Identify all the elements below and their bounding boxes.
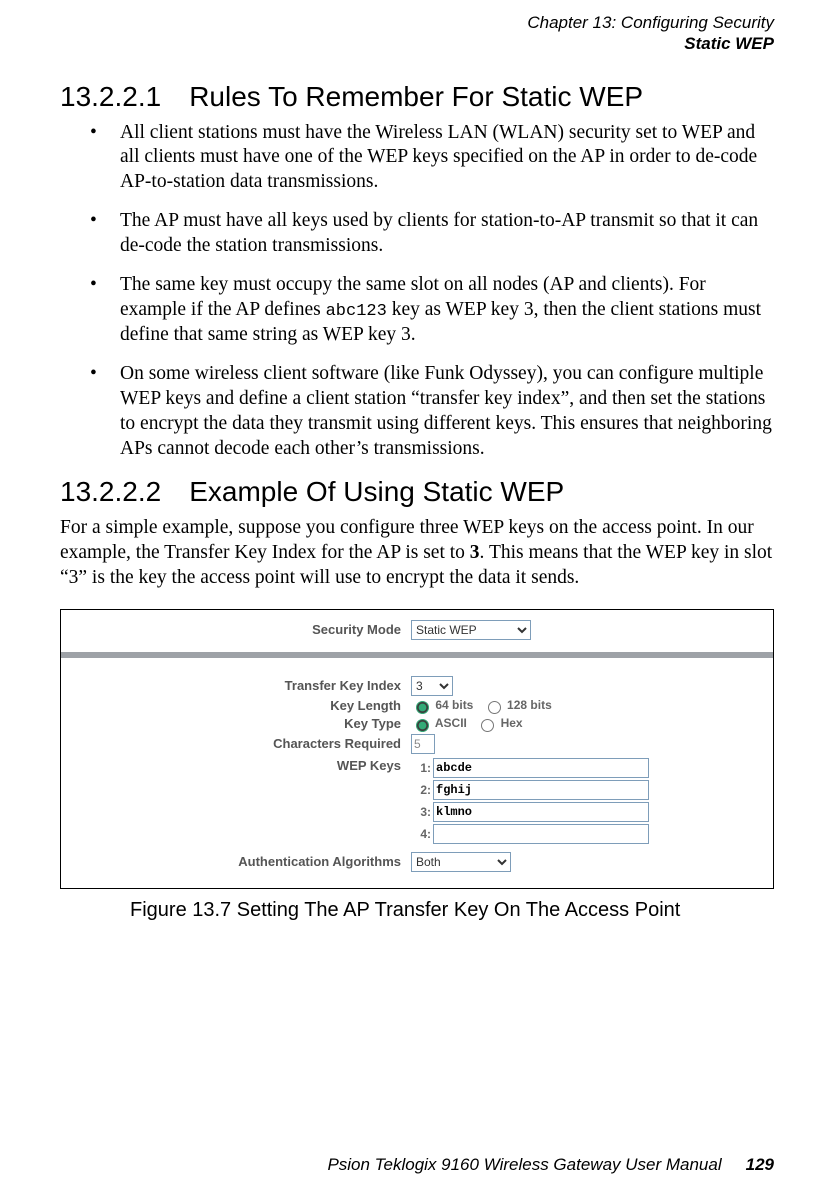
page-footer: Psion Teklogix 9160 Wireless Gateway Use… — [327, 1155, 774, 1175]
transfer-key-index-select[interactable]: 3 — [411, 676, 453, 696]
chapter-title: Chapter 13: Configuring Security — [60, 12, 774, 33]
label-wep-keys: WEP Keys — [61, 756, 411, 773]
key-length-128-radio[interactable] — [488, 701, 501, 714]
bold-text: 3 — [470, 542, 480, 563]
key-number: 2: — [411, 783, 431, 797]
radio-label: ASCII — [435, 716, 467, 730]
key-type-hex-radio[interactable] — [481, 719, 494, 732]
figure-caption: Figure 13.7 Setting The AP Transfer Key … — [130, 899, 774, 922]
wep-key-1-input[interactable] — [433, 758, 649, 778]
key-type-ascii-radio[interactable] — [416, 719, 429, 732]
section-title: Static WEP — [60, 33, 774, 54]
rules-list: All client stations must have the Wirele… — [60, 121, 774, 462]
heading-13-2-2-2: 13.2.2.2 Example Of Using Static WEP — [60, 476, 774, 508]
heading-number: 13.2.2.2 — [60, 476, 161, 508]
radio-label: 128 bits — [507, 698, 552, 712]
heading-13-2-2-1: 13.2.2.1 Rules To Remember For Static WEP — [60, 81, 774, 113]
key-number: 3: — [411, 805, 431, 819]
radio-label: 64 bits — [435, 698, 473, 712]
heading-number: 13.2.2.1 — [60, 81, 161, 113]
label-security-mode: Security Mode — [61, 622, 411, 637]
footer-text: Psion Teklogix 9160 Wireless Gateway Use… — [327, 1155, 721, 1174]
key-number: 4: — [411, 827, 431, 841]
list-item: The same key must occupy the same slot o… — [60, 273, 774, 348]
list-item: On some wireless client software (like F… — [60, 362, 774, 462]
wep-key-3-input[interactable] — [433, 802, 649, 822]
code-text: abc123 — [326, 302, 387, 321]
key-number: 1: — [411, 761, 431, 775]
heading-text: Example Of Using Static WEP — [189, 476, 564, 507]
key-length-64-radio[interactable] — [416, 701, 429, 714]
label-auth-algorithms: Authentication Algorithms — [61, 854, 411, 869]
chars-required-field — [411, 734, 435, 754]
auth-algorithms-select[interactable]: Both — [411, 852, 511, 872]
example-paragraph: For a simple example, suppose you config… — [60, 516, 774, 591]
page-header: Chapter 13: Configuring Security Static … — [60, 12, 774, 55]
screenshot-figure: Security Mode Static WEP Transfer Key In… — [60, 609, 774, 889]
radio-label: Hex — [501, 716, 523, 730]
page-number: 129 — [746, 1155, 774, 1174]
section-divider — [61, 652, 773, 658]
wep-key-2-input[interactable] — [433, 780, 649, 800]
list-item: The AP must have all keys used by client… — [60, 209, 774, 259]
label-key-length: Key Length — [61, 698, 411, 713]
list-item: All client stations must have the Wirele… — [60, 121, 774, 196]
label-transfer-key-index: Transfer Key Index — [61, 678, 411, 693]
heading-text: Rules To Remember For Static WEP — [189, 81, 643, 112]
wep-key-4-input[interactable] — [433, 824, 649, 844]
label-chars-required: Characters Required — [61, 736, 411, 751]
label-key-type: Key Type — [61, 716, 411, 731]
security-mode-select[interactable]: Static WEP — [411, 620, 531, 640]
